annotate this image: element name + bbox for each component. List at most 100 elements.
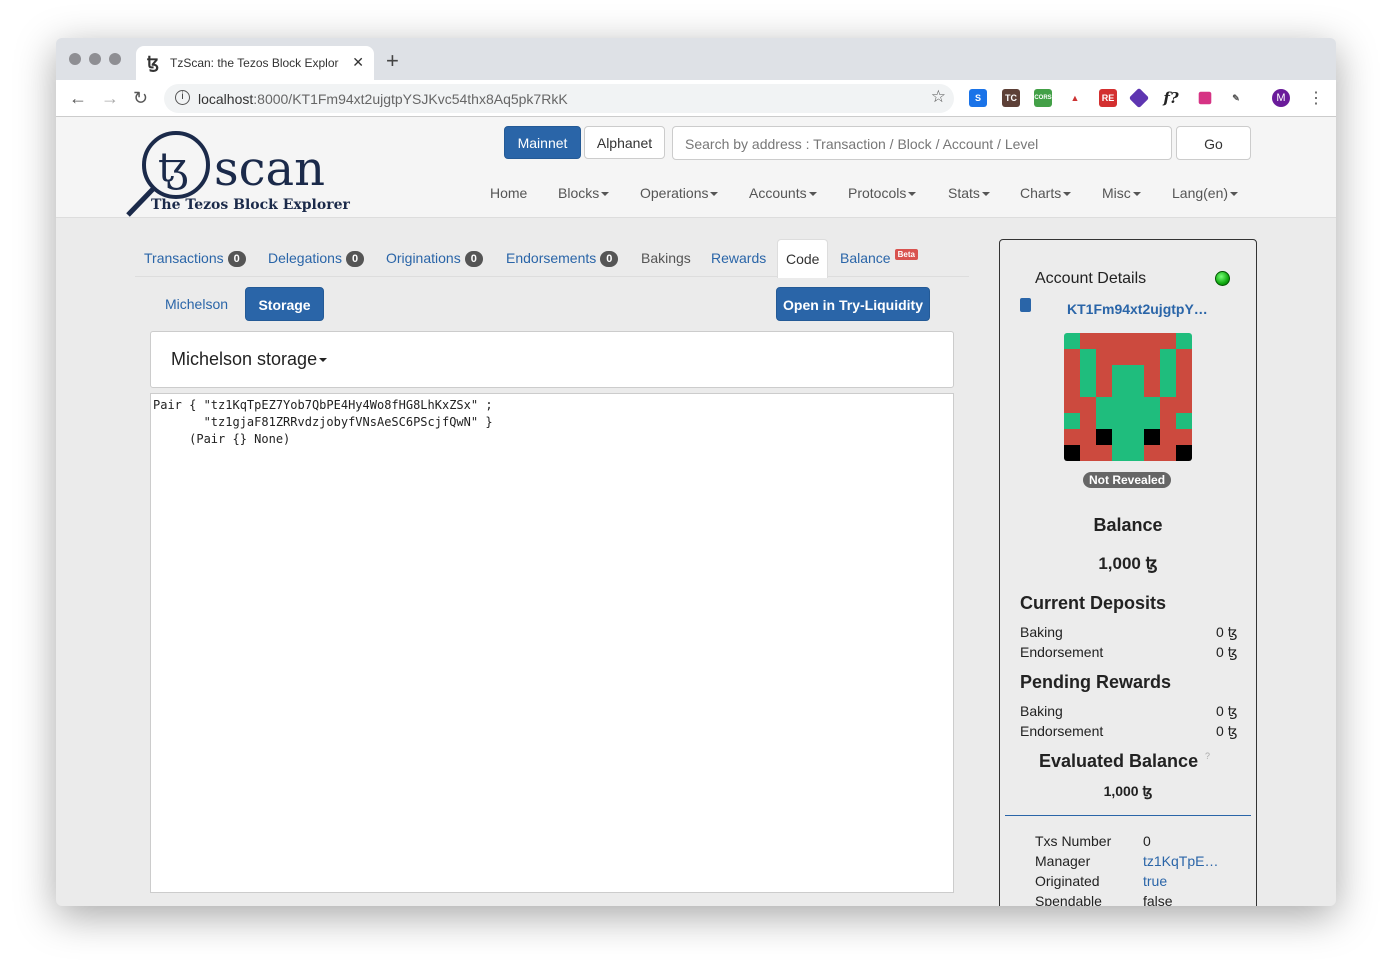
identicon-cell: [1160, 397, 1176, 413]
account-details-panel: Account Details KT1Fm94xt2ujgtpY… Not Re…: [999, 239, 1257, 906]
account-tabs: Transactions 0 Delegations 0 Originations 0…: [135, 239, 969, 278]
tab-balance[interactable]: Balance Beta: [840, 249, 918, 266]
logo-tagline: The Tezos Block Explorer: [151, 197, 350, 213]
mainnet-button[interactable]: Mainnet: [504, 126, 581, 159]
count-badge: 0: [345, 251, 365, 267]
info-icon[interactable]: i: [175, 90, 190, 105]
identicon-cell: [1080, 413, 1096, 429]
storage-code-view[interactable]: Pair { "tz1KqTpEZ7Yob7QbPE4Hy4Wo8fHG8LhK…: [150, 393, 954, 893]
tab-delegations[interactable]: Delegations 0: [268, 250, 365, 267]
identicon-cell: [1064, 349, 1080, 365]
identicon-cell: [1176, 429, 1192, 445]
kebab-menu-icon[interactable]: ⋮: [1308, 88, 1324, 108]
extension-re-icon[interactable]: RE: [1099, 89, 1117, 107]
identicon-cell: [1160, 349, 1176, 365]
profile-avatar[interactable]: M: [1272, 89, 1290, 107]
search-input[interactable]: Search by address : Transaction / Block …: [672, 126, 1172, 160]
menu-home[interactable]: Home: [490, 185, 527, 201]
menu-protocols[interactable]: Protocols: [848, 185, 917, 201]
deposit-baking-value: 0 ꜩ: [1216, 624, 1238, 640]
open-try-liquidity-button[interactable]: Open in Try-Liquidity: [776, 287, 930, 321]
identicon-cell: [1064, 365, 1080, 381]
identicon-cell: [1176, 445, 1192, 461]
clipboard-icon[interactable]: [1020, 298, 1031, 312]
reward-baking-label: Baking: [1020, 703, 1063, 719]
tab-bakings[interactable]: Bakings: [641, 250, 691, 266]
identicon-cell: [1160, 365, 1176, 381]
tab-originations[interactable]: Originations 0: [386, 250, 483, 267]
rewards-title: Pending Rewards: [1020, 672, 1172, 692]
originated-link[interactable]: true: [1143, 873, 1167, 889]
identicon-cell: [1128, 381, 1144, 397]
minimize-window-button[interactable]: [89, 53, 101, 65]
new-tab-button[interactable]: +: [386, 48, 399, 74]
identicon-cell: [1096, 429, 1112, 445]
subtab-michelson[interactable]: Michelson: [165, 296, 228, 312]
identicon-cell: [1080, 445, 1096, 461]
bookmark-star-icon[interactable]: ☆: [931, 87, 946, 107]
identicon-cell: [1096, 413, 1112, 429]
reward-baking-value: 0 ꜩ: [1216, 703, 1238, 719]
identicon-cell: [1176, 333, 1192, 349]
reload-icon[interactable]: ↻: [133, 88, 148, 109]
back-icon[interactable]: ←: [69, 88, 87, 109]
identicon-cell: [1160, 333, 1176, 349]
menu-operations[interactable]: Operations: [640, 185, 719, 201]
close-window-button[interactable]: [69, 53, 81, 65]
count-badge: 0: [464, 251, 483, 267]
evaluated-balance-value: 1,000 ꜩ: [1103, 783, 1153, 799]
identicon-cell: [1128, 413, 1144, 429]
browser-tab[interactable]: ꜩ TzScan: the Tezos Block Explor ✕: [136, 46, 374, 80]
menu-stats[interactable]: Stats: [948, 185, 990, 201]
identicon-cell: [1080, 397, 1096, 413]
reward-endorsement-value: 0 ꜩ: [1216, 723, 1238, 739]
go-button[interactable]: Go: [1176, 126, 1251, 160]
close-tab-icon[interactable]: ✕: [352, 54, 364, 71]
menu-blocks[interactable]: Blocks: [558, 185, 610, 201]
beta-badge: Beta: [894, 249, 918, 260]
identicon-cell: [1112, 381, 1128, 397]
extension-ruler-icon[interactable]: ▲: [1066, 89, 1084, 107]
extension-eyedropper-icon[interactable]: ✎: [1227, 89, 1245, 107]
extension-cube-icon[interactable]: [1128, 87, 1150, 109]
forward-icon[interactable]: →: [101, 88, 119, 109]
alphanet-button[interactable]: Alphanet: [584, 126, 665, 159]
tab-rewards[interactable]: Rewards: [711, 250, 766, 266]
reward-endorsement-label: Endorsement: [1020, 723, 1104, 739]
help-icon[interactable]: ?: [1205, 751, 1210, 761]
identicon-cell: [1160, 381, 1176, 397]
identicon-cell: [1064, 397, 1080, 413]
extension-s-icon[interactable]: S: [969, 89, 987, 107]
menu-accounts[interactable]: Accounts: [749, 185, 817, 201]
identicon-cell: [1112, 445, 1128, 461]
tab-transactions[interactable]: Transactions 0: [144, 250, 246, 267]
tzscan-logo[interactable]: ꜩ scan The Tezos Block Explorer: [126, 127, 350, 217]
menu-charts[interactable]: Charts: [1020, 185, 1072, 201]
subtab-storage[interactable]: Storage: [245, 287, 324, 321]
identicon-cell: [1128, 429, 1144, 445]
address-bar[interactable]: i localhost:8000/KT1Fm94xt2ujgtpYSJKvc54…: [164, 84, 954, 113]
extension-pink-icon[interactable]: [1198, 91, 1212, 105]
svg-text:ꜩ: ꜩ: [158, 145, 188, 191]
zoom-window-button[interactable]: [109, 53, 121, 65]
identicon-cell: [1112, 365, 1128, 381]
storage-format-dropdown[interactable]: Michelson storage: [150, 331, 954, 388]
extension-cors-icon[interactable]: CORS: [1034, 89, 1052, 107]
extension-function-icon[interactable]: f?: [1162, 89, 1180, 107]
account-address[interactable]: KT1Fm94xt2ujgtpY…: [1067, 301, 1208, 317]
url-host: localhost: [198, 91, 254, 107]
identicon-cell: [1080, 365, 1096, 381]
spendable-value: false: [1143, 893, 1173, 906]
deposits-title: Current Deposits: [1020, 593, 1167, 613]
identicon-cell: [1144, 333, 1160, 349]
manager-link[interactable]: tz1KqTpE…: [1143, 853, 1218, 869]
menu-misc[interactable]: Misc: [1102, 185, 1141, 201]
tab-code[interactable]: Code: [777, 239, 829, 278]
extension-tc-icon[interactable]: TC: [1002, 89, 1020, 107]
tab-endorsements[interactable]: Endorsements 0: [506, 250, 619, 267]
deposit-endorsement-value: 0 ꜩ: [1216, 644, 1238, 660]
identicon-cell: [1128, 365, 1144, 381]
menu-language[interactable]: Lang(en): [1172, 185, 1239, 201]
identicon-cell: [1144, 413, 1160, 429]
balance-title: Balance: [1093, 515, 1163, 535]
